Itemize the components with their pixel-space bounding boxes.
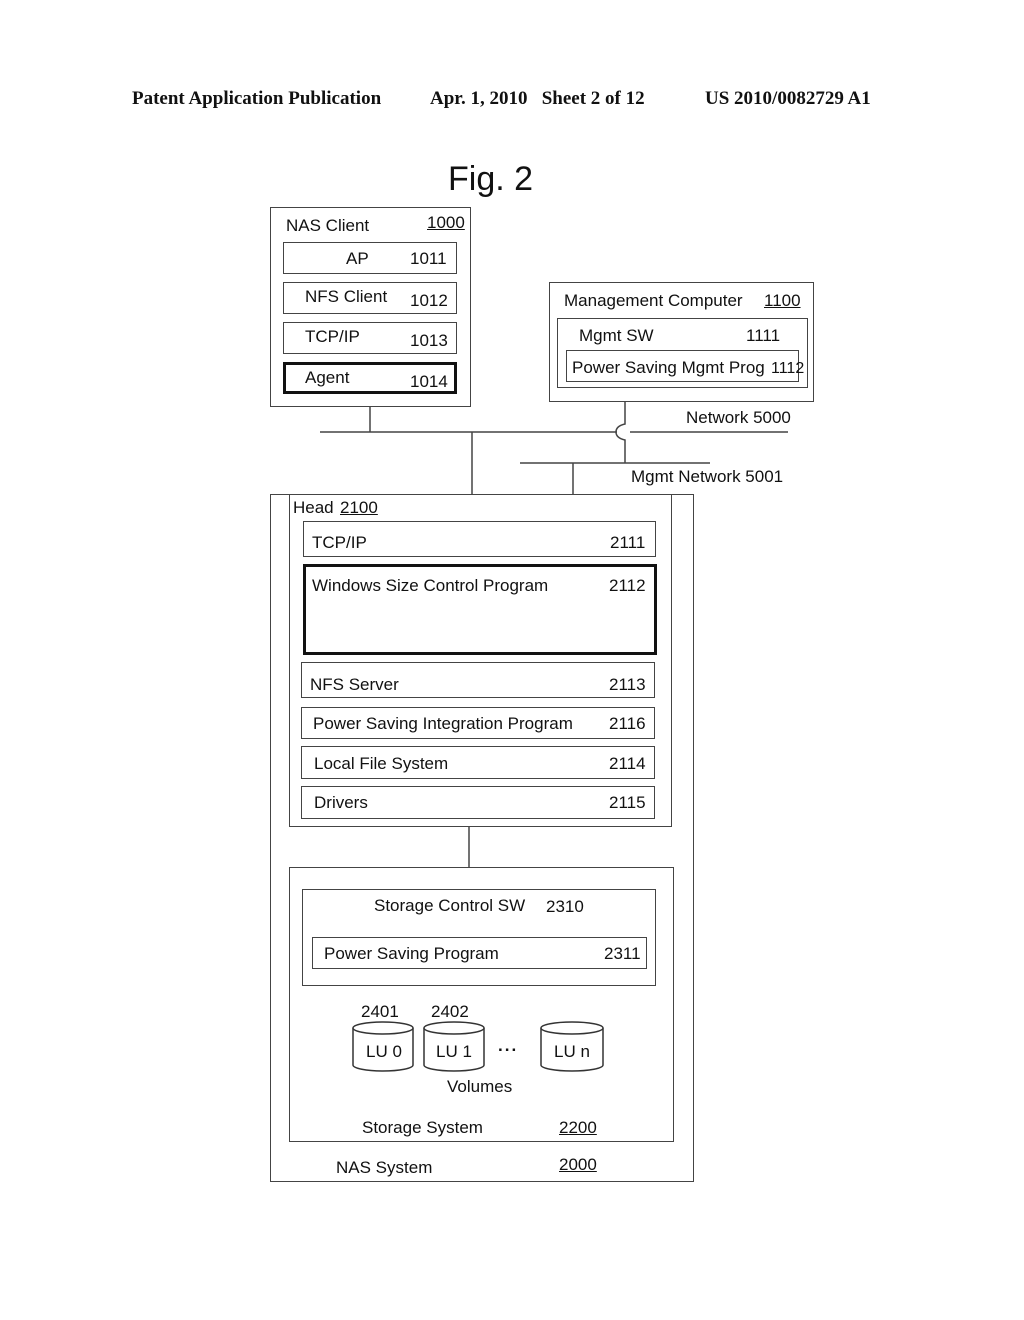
- volume-cylinders: [352, 1021, 604, 1072]
- volumes-ellipsis: ...: [498, 1036, 519, 1055]
- volume-label: LU 1: [436, 1042, 472, 1061]
- volume-label: LU 0: [366, 1042, 402, 1061]
- volumes-label: Volumes: [447, 1077, 513, 1096]
- volume-label: LU n: [554, 1042, 590, 1061]
